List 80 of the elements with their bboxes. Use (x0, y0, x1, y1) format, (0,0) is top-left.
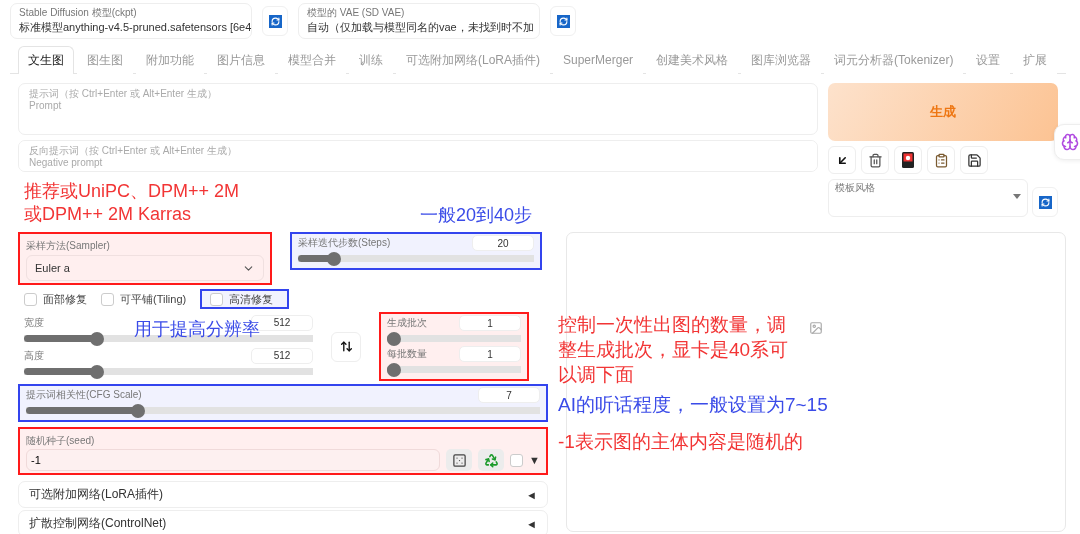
refresh-icon (268, 14, 282, 28)
vae-dropdown[interactable]: 模型的 VAE (SD VAE) 自动（仅加载与模型同名的vae，未找到时不加 (298, 3, 540, 39)
checkbox-label: 面部修复 (43, 292, 87, 306)
brain-icon (1061, 133, 1079, 151)
dropdown-label: 模型的 VAE (SD VAE) (307, 6, 406, 19)
slider-label: 高度 (24, 349, 44, 362)
seed-field[interactable]: -1 (26, 449, 441, 471)
dropdown-value: Euler a (35, 262, 70, 274)
slider-label: 每批数量 (387, 348, 427, 360)
collapse-toggle: ◄ (526, 487, 537, 502)
trash-icon (867, 152, 883, 168)
sampler-dropdown[interactable]: Euler a (26, 255, 264, 281)
slider-thumb[interactable] (387, 332, 401, 346)
slider-label: 采样迭代步数(Steps) (298, 237, 391, 249)
slider-thumb[interactable] (326, 252, 341, 266)
recycle-icon (483, 452, 499, 468)
model-dropdown[interactable]: Stable Diffusion 模型(ckpt) 标准模型anything-v4.5-pruned.safetensors [6e4 (10, 3, 252, 39)
number-field[interactable]: 512 (251, 347, 313, 364)
negative-prompt-field[interactable]: 反向提示词（按 Ctrl+Enter 或 Alt+Enter 生成） Negative prompt (18, 140, 818, 172)
slider-label: 宽度 (24, 316, 44, 329)
checkbox[interactable] (24, 292, 37, 306)
slider-thumb[interactable] (131, 404, 145, 418)
extra-networks-button[interactable] (894, 146, 922, 174)
annotation-text: AI的听话程度，一般设置为7~15 (558, 393, 828, 417)
annotation-text: 一般20到40步 (420, 204, 533, 227)
dropdown-value: 标准模型anything-v4.5-pruned.safetensors [6e4 (19, 20, 252, 35)
checkbox[interactable] (101, 292, 114, 306)
picture-card-icon (902, 152, 914, 168)
tab[interactable]: 文生图 (18, 46, 74, 74)
annotation-text: 推荐或UniPC、DPM++ 2M 或DPM++ 2M Karras (24, 180, 240, 226)
collapse-toggle: ◄ (526, 516, 537, 531)
slider-track[interactable] (387, 332, 521, 346)
annotation-text: 控制一次性出图的数量，调整生成批次，显卡是40系可以调下面 (558, 313, 790, 387)
prompt-field[interactable]: 提示词（按 Ctrl+Enter 或 Alt+Enter 生成） Prompt (18, 83, 818, 135)
save-icon (966, 152, 982, 168)
number-field[interactable]: 1 (459, 315, 521, 331)
clear-button[interactable] (861, 146, 889, 174)
dropdown-label: Stable Diffusion 模型(ckpt) (19, 6, 138, 19)
number-field[interactable]: 7 (478, 387, 540, 403)
slider-track[interactable] (387, 363, 521, 377)
slider-label: 生成批次 (387, 317, 427, 329)
save-button[interactable] (960, 146, 988, 174)
annotation-text: -1表示图的主体内容是随机的 (558, 430, 803, 454)
caret-icon (1013, 194, 1021, 199)
sampler-label: 采样方法(Sampler) (26, 240, 110, 251)
refresh-button[interactable] (262, 6, 288, 36)
slider-track[interactable] (26, 404, 540, 418)
checkbox-label: 高清修复 (229, 292, 274, 306)
number-field[interactable]: 20 (472, 235, 534, 251)
slider-thumb[interactable] (387, 363, 401, 377)
clipboard-icon (933, 152, 949, 168)
style-dropdown[interactable]: 模板风格 (828, 179, 1028, 217)
dice-icon (451, 452, 467, 468)
accordion-header[interactable]: 扩散控制网络(ControlNet) ◄ (18, 510, 548, 534)
refresh-icon (1038, 195, 1052, 209)
seed-label: 随机种子(seed) (26, 435, 95, 446)
paste-button[interactable] (828, 146, 856, 174)
accordion-header[interactable]: 可选附加网络(LoRA插件) ◄ (18, 481, 548, 508)
checkbox-label: 可平铺(Tiling) (120, 292, 187, 306)
refresh-button[interactable] (1032, 187, 1058, 217)
swap-arrows-icon (339, 340, 353, 353)
dropdown-value: 自动（仅加载与模型同名的vae，未找到时不加 (307, 20, 534, 35)
slider-thumb[interactable] (90, 364, 104, 379)
refresh-button[interactable] (550, 6, 576, 36)
expand-toggle[interactable]: ▼ (529, 453, 540, 467)
checkbox[interactable] (510, 453, 524, 467)
dropdown-label: 模板风格 (835, 182, 875, 194)
random-seed-button[interactable] (446, 449, 473, 471)
number-field[interactable]: 1 (459, 346, 521, 362)
checkbox[interactable] (210, 292, 224, 306)
clipboard-button[interactable] (927, 146, 955, 174)
accordion-title: 扩散控制网络(ControlNet) (29, 516, 167, 531)
refresh-icon (556, 14, 570, 28)
slider-track[interactable] (298, 252, 534, 266)
slider-label: 提示词相关性(CFG Scale) (26, 389, 142, 401)
image-icon (809, 321, 823, 335)
slider-thumb[interactable] (90, 331, 104, 346)
accordion-title: 可选附加网络(LoRA插件) (29, 487, 163, 502)
reuse-seed-button[interactable] (478, 449, 505, 471)
swap-button[interactable] (331, 331, 361, 362)
